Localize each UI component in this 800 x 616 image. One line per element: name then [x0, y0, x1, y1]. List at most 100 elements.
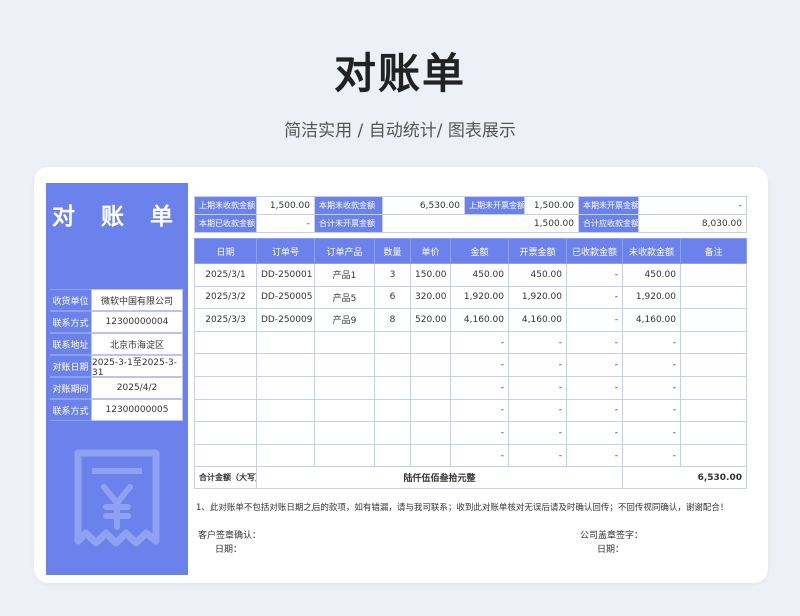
table-cell: 产品1 — [314, 263, 375, 287]
info-value: 12300000005 — [91, 399, 183, 421]
table-cell — [314, 421, 375, 445]
table-row: ---- — [194, 375, 747, 400]
table-cell: - — [566, 330, 623, 355]
info-row: 对账日期 2025-3-1至2025-3-31 — [50, 355, 183, 378]
column-header[interactable]: 单价 — [410, 238, 451, 264]
info-value: 微软中国有限公司 — [91, 289, 183, 311]
table-cell: DD-250009 — [256, 308, 315, 332]
table-cell: DD-250001 — [256, 263, 315, 287]
customer-info: 收货单位 微软中国有限公司 联系方式 12300000004 联系地址 北京市海淀区 对账日… — [50, 289, 183, 421]
table-cell: 2025/3/1 — [194, 263, 257, 287]
statement-sheet: 对 账 单 收货单位 微软中国有限公司 联系方式 12300000004 联系地址 北京市… — [46, 183, 756, 575]
table-cell: - — [508, 421, 567, 445]
table-cell: - — [622, 398, 681, 423]
table-cell — [314, 398, 375, 423]
table-cell — [194, 375, 257, 400]
table-cell — [256, 375, 315, 400]
info-row: 联系地址 北京市海淀区 — [50, 333, 183, 355]
summary-label: 合计应收款金额 — [578, 214, 639, 233]
column-header[interactable]: 未收款金额 — [622, 238, 681, 264]
table-cell: 4,160.00 — [508, 308, 567, 332]
table-cell: 1,920.00 — [508, 285, 567, 310]
info-label: 对账期间 — [50, 377, 91, 399]
table-cell: - — [450, 398, 509, 423]
table-cell — [194, 443, 257, 468]
table-row: ---- — [194, 421, 747, 445]
table-cell — [314, 330, 375, 355]
table-cell: 320.00 — [410, 285, 451, 310]
table-cell: 450.00 — [450, 263, 509, 287]
table-row: ---- — [194, 330, 747, 355]
info-label: 收货单位 — [50, 289, 91, 311]
column-header[interactable]: 已收款金额 — [566, 238, 623, 264]
table-row: ---- — [194, 353, 747, 377]
table-row: 2025/3/3 DD-250009 产品9 8 520.00 4,160.00 4,160… — [194, 308, 747, 332]
table-cell: 1,920.00 — [622, 285, 681, 310]
summary-value: - — [256, 214, 315, 233]
table-cell: - — [566, 308, 623, 332]
info-value: 2025-3-1至2025-3-31 — [91, 355, 183, 378]
info-row: 联系方式 12300000004 — [50, 311, 183, 333]
column-header[interactable]: 订单产品 — [314, 238, 375, 264]
table-cell: - — [566, 398, 623, 423]
table-cell: - — [508, 353, 567, 377]
table-cell — [256, 421, 315, 445]
left-title: 对 账 单 — [51, 204, 182, 230]
order-table: 日期 订单号 订单产品 数量 单价 金额 开票金额 已收款金额 未收款金额 备注 2025/3/1… — [194, 238, 747, 490]
table-cell: - — [508, 443, 567, 468]
column-header[interactable]: 开票金额 — [508, 238, 567, 264]
column-header[interactable]: 订单号 — [256, 238, 315, 264]
table-cell: - — [622, 375, 681, 400]
summary-label: 本期未开票金额 — [578, 196, 639, 215]
info-value: 2025/4/2 — [91, 377, 183, 399]
summary-value: 1,500.00 — [256, 196, 315, 215]
table-cell — [680, 330, 747, 355]
info-value: 12300000004 — [91, 311, 183, 333]
page-subtitle: 简洁实用 / 自动统计/ 图表展示 — [284, 121, 516, 141]
table-cell: - — [622, 443, 681, 468]
summary-value: 1,500.00 — [524, 196, 579, 215]
table-cell: - — [566, 443, 623, 468]
table-cell: - — [622, 353, 681, 377]
table-cell — [256, 330, 315, 355]
summary-label: 本期未收款金额 — [314, 196, 383, 215]
table-cell — [680, 398, 747, 423]
table-cell — [256, 353, 315, 377]
table-cell: - — [450, 353, 509, 377]
company-signature: 公司盖章签字： 日期： — [580, 529, 643, 557]
column-header[interactable]: 备注 — [680, 238, 747, 264]
customer-sign-label: 客户签章确认： — [198, 531, 262, 541]
receipt-yen-icon — [74, 449, 160, 547]
table-cell — [374, 398, 411, 423]
table-cell — [410, 353, 451, 377]
table-cell — [680, 443, 747, 468]
column-header[interactable]: 日期 — [194, 238, 257, 264]
table-cell — [374, 353, 411, 377]
table-cell — [680, 285, 747, 310]
table-cell: - — [622, 421, 681, 445]
table-cell: 520.00 — [410, 308, 451, 332]
table-cell — [314, 353, 375, 377]
table-row: 2025/3/1 DD-250001 产品1 3 150.00 450.00 450.00-… — [194, 263, 747, 287]
summary-label: 上期未收款金额 — [194, 196, 257, 215]
total-words: 陆仟伍佰叁拾元整 — [256, 466, 623, 490]
right-panel: 上期未收款金额 1,500.00 本期未收款金额 6,530.00 上期未开票金额 1,5… — [194, 196, 747, 490]
column-header[interactable]: 金额 — [450, 238, 509, 264]
table-cell — [256, 443, 315, 468]
page-title: 对账单 — [333, 49, 466, 98]
table-row: 2025/3/2 DD-250005 产品5 6 320.00 1,920.00 1,920… — [194, 285, 747, 310]
table-cell — [194, 421, 257, 445]
table-cell: 2025/3/3 — [194, 308, 257, 332]
table-cell — [680, 263, 747, 287]
table-cell: - — [566, 285, 623, 310]
table-cell: 8 — [374, 308, 411, 332]
summary-value: 1,500.00 — [382, 214, 579, 233]
table-cell: - — [450, 443, 509, 468]
info-row: 对账期间 2025/4/2 — [50, 377, 183, 399]
table-cell — [194, 330, 257, 355]
customer-signature: 客户签章确认： 日期： — [198, 529, 261, 557]
table-cell: DD-250005 — [256, 285, 315, 310]
table-cell: 2025/3/2 — [194, 285, 257, 310]
table-cell — [410, 330, 451, 355]
column-header[interactable]: 数量 — [374, 238, 411, 264]
